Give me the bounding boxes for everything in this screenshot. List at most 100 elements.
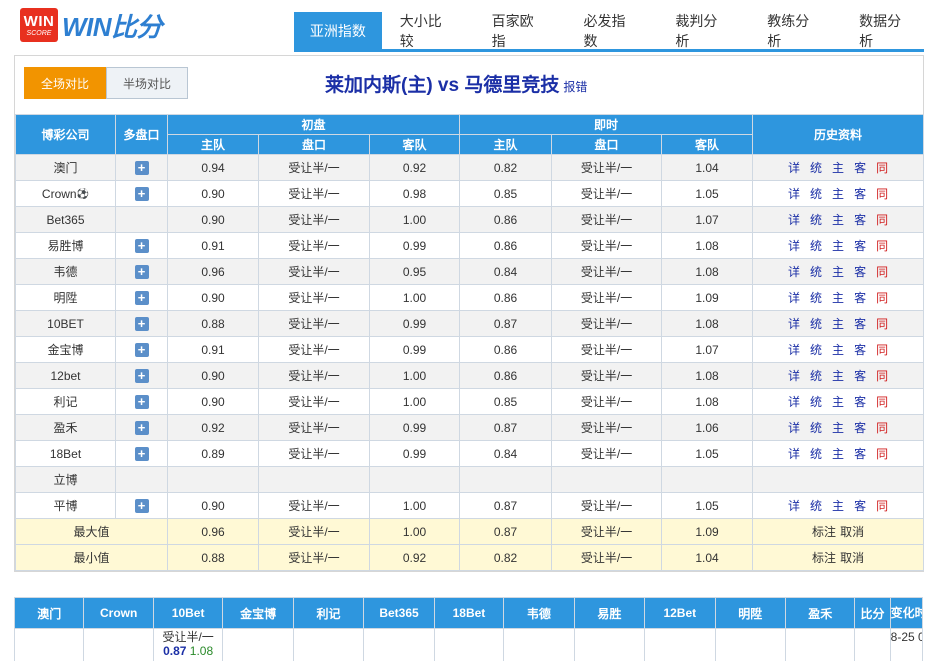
history-link-0[interactable]: 详	[788, 369, 800, 383]
history-link-0[interactable]: 详	[788, 265, 800, 279]
mark-link[interactable]: 标注	[812, 551, 836, 565]
history-link-4[interactable]: 同	[876, 343, 888, 357]
nav-tab-6[interactable]: 数据分析	[841, 12, 933, 50]
expand-plus-icon[interactable]: +	[134, 186, 149, 201]
history-link-4[interactable]: 同	[876, 421, 888, 435]
expand-plus-icon[interactable]: +	[134, 316, 149, 331]
history-link-0[interactable]: 详	[788, 213, 800, 227]
history-link-1[interactable]: 统	[810, 499, 822, 513]
company-cell[interactable]: 盈禾	[15, 414, 116, 441]
history-link-1[interactable]: 统	[810, 239, 822, 253]
company-cell[interactable]: 平博	[15, 492, 116, 519]
history-link-0[interactable]: 详	[788, 343, 800, 357]
company-cell[interactable]: 韦德	[15, 258, 116, 285]
half-match-button[interactable]: 半场对比	[106, 67, 188, 99]
history-link-1[interactable]: 统	[810, 213, 822, 227]
history-link-2[interactable]: 主	[832, 291, 844, 305]
history-link-2[interactable]: 主	[832, 187, 844, 201]
company-cell[interactable]: 立博	[15, 466, 116, 493]
history-link-2[interactable]: 主	[832, 343, 844, 357]
nav-tab-0[interactable]: 亚洲指数	[294, 12, 382, 50]
history-link-1[interactable]: 统	[810, 317, 822, 331]
history-link-4[interactable]: 同	[876, 369, 888, 383]
history-link-0[interactable]: 详	[788, 421, 800, 435]
history-link-2[interactable]: 主	[832, 369, 844, 383]
history-link-2[interactable]: 主	[832, 499, 844, 513]
history-link-1[interactable]: 统	[810, 187, 822, 201]
history-link-1[interactable]: 统	[810, 447, 822, 461]
site-logo[interactable]: WIN SCORE WIN比分	[20, 8, 163, 42]
nav-tab-3[interactable]: 必发指数	[566, 12, 658, 50]
report-error-link[interactable]: 报错	[563, 80, 587, 94]
company-cell[interactable]: 利记	[15, 388, 116, 415]
history-link-3[interactable]: 客	[854, 187, 866, 201]
history-link-0[interactable]: 详	[788, 317, 800, 331]
cancel-link[interactable]: 取消	[840, 525, 864, 539]
company-cell[interactable]: Crown ⚽	[15, 180, 116, 207]
history-link-1[interactable]: 统	[810, 265, 822, 279]
history-link-3[interactable]: 客	[854, 239, 866, 253]
nav-tab-5[interactable]: 教练分析	[749, 12, 841, 50]
history-link-2[interactable]: 主	[832, 161, 844, 175]
history-link-0[interactable]: 详	[788, 447, 800, 461]
company-cell[interactable]: 12bet	[15, 362, 116, 389]
full-match-button[interactable]: 全场对比	[24, 67, 106, 99]
history-link-4[interactable]: 同	[876, 499, 888, 513]
history-link-3[interactable]: 客	[854, 213, 866, 227]
history-link-2[interactable]: 主	[832, 447, 844, 461]
history-link-3[interactable]: 客	[854, 447, 866, 461]
history-link-3[interactable]: 客	[854, 499, 866, 513]
cancel-link[interactable]: 取消	[840, 551, 864, 565]
history-link-4[interactable]: 同	[876, 291, 888, 305]
history-link-1[interactable]: 统	[810, 421, 822, 435]
company-cell[interactable]: 易胜博	[15, 232, 116, 259]
expand-plus-icon[interactable]: +	[134, 160, 149, 175]
history-link-3[interactable]: 客	[854, 317, 866, 331]
history-link-0[interactable]: 详	[788, 499, 800, 513]
history-link-4[interactable]: 同	[876, 213, 888, 227]
company-cell[interactable]: Bet365	[15, 206, 116, 233]
history-link-2[interactable]: 主	[832, 213, 844, 227]
expand-plus-icon[interactable]: +	[134, 238, 149, 253]
history-link-0[interactable]: 详	[788, 239, 800, 253]
expand-plus-icon[interactable]: +	[134, 446, 149, 461]
history-link-2[interactable]: 主	[832, 239, 844, 253]
expand-plus-icon[interactable]: +	[134, 498, 149, 513]
company-cell[interactable]: 金宝博	[15, 336, 116, 363]
expand-plus-icon[interactable]: +	[134, 420, 149, 435]
history-link-2[interactable]: 主	[832, 421, 844, 435]
history-link-3[interactable]: 客	[854, 369, 866, 383]
history-link-0[interactable]: 详	[788, 291, 800, 305]
history-link-1[interactable]: 统	[810, 395, 822, 409]
nav-tab-2[interactable]: 百家欧指	[474, 12, 566, 50]
company-cell[interactable]: 明陞	[15, 284, 116, 311]
expand-plus-icon[interactable]: +	[134, 342, 149, 357]
history-link-3[interactable]: 客	[854, 291, 866, 305]
expand-plus-icon[interactable]: +	[134, 394, 149, 409]
history-link-0[interactable]: 详	[788, 395, 800, 409]
company-cell[interactable]: 18Bet	[15, 440, 116, 467]
company-cell[interactable]: 10BET	[15, 310, 116, 337]
history-link-2[interactable]: 主	[832, 395, 844, 409]
history-link-4[interactable]: 同	[876, 317, 888, 331]
history-link-4[interactable]: 同	[876, 239, 888, 253]
expand-plus-icon[interactable]: +	[134, 368, 149, 383]
history-link-4[interactable]: 同	[876, 187, 888, 201]
history-link-3[interactable]: 客	[854, 395, 866, 409]
history-link-0[interactable]: 详	[788, 187, 800, 201]
history-link-4[interactable]: 同	[876, 161, 888, 175]
history-link-3[interactable]: 客	[854, 161, 866, 175]
history-link-4[interactable]: 同	[876, 447, 888, 461]
history-link-0[interactable]: 详	[788, 161, 800, 175]
history-link-1[interactable]: 统	[810, 291, 822, 305]
history-link-2[interactable]: 主	[832, 265, 844, 279]
history-link-3[interactable]: 客	[854, 343, 866, 357]
history-link-3[interactable]: 客	[854, 265, 866, 279]
nav-tab-1[interactable]: 大小比较	[382, 12, 474, 50]
nav-tab-4[interactable]: 裁判分析	[657, 12, 749, 50]
history-link-1[interactable]: 统	[810, 369, 822, 383]
history-link-4[interactable]: 同	[876, 395, 888, 409]
history-link-3[interactable]: 客	[854, 421, 866, 435]
history-link-1[interactable]: 统	[810, 343, 822, 357]
history-link-4[interactable]: 同	[876, 265, 888, 279]
